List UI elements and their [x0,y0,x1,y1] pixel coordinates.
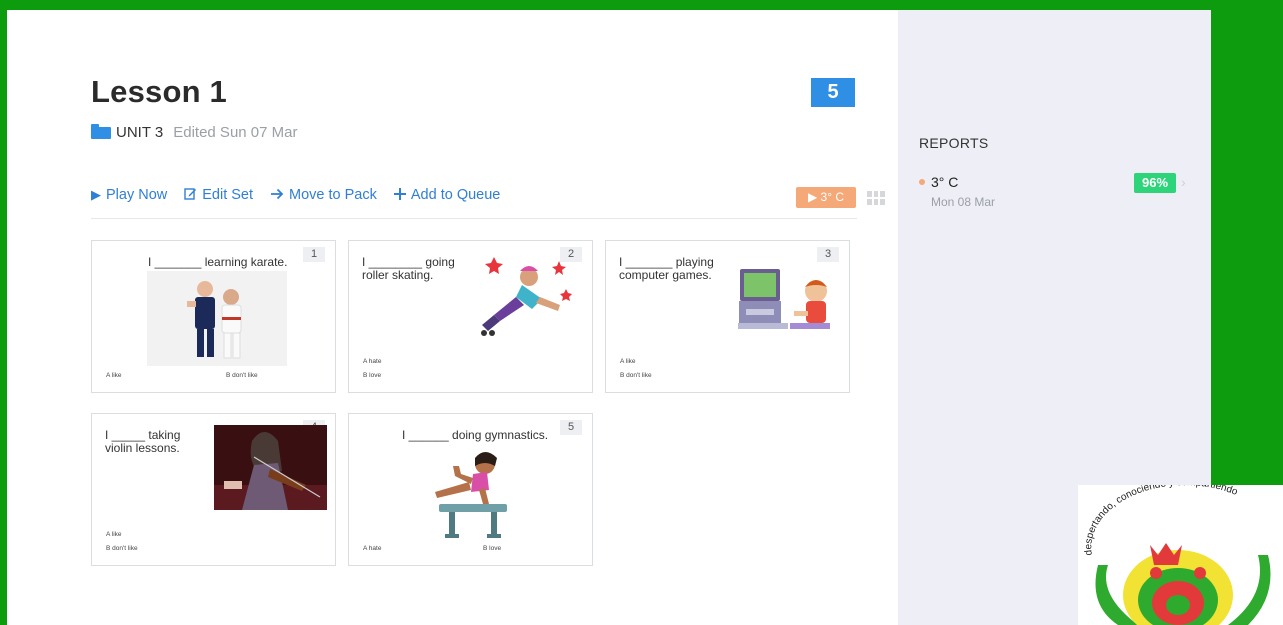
question-card[interactable]: 2 I ________ going roller skating. A hat… [348,240,593,393]
svg-text:despertando, conociendo y comp: despertando, conociendo y compartiendo [1083,485,1239,556]
chevron-right-icon[interactable]: › [1181,174,1186,190]
move-to-pack-button[interactable]: Move to Pack [270,187,377,203]
option-b: B don't like [620,372,652,379]
status-dot [919,179,925,185]
play-now-label: Play Now [106,187,168,203]
play-now-button[interactable]: ▶ Play Now [91,187,167,203]
question-card[interactable]: 1 I _______ learning karate. A like B do… [91,240,336,393]
edit-set-button[interactable]: Edit Set [184,187,253,203]
question-card[interactable]: 3 I _______ playing computer games. A li… [605,240,850,393]
option-b: B don't like [106,545,138,552]
report-score-badge: 96% [1134,173,1176,193]
option-a: A hate [363,358,382,365]
plus-icon [393,187,406,203]
question-text: I ________ going roller skating. [362,255,455,282]
report-date: Mon 08 Mar [931,195,996,209]
edited-date: Edited Sun 07 Mar [173,124,298,141]
logo-text: despertando, conociendo y compartiendo [1083,485,1239,556]
folder-icon [91,123,111,139]
karate-kids-image [147,271,287,366]
question-text: I ______ doing gymnastics. [402,428,549,442]
edit-icon [184,187,197,203]
add-to-queue-label: Add to Queue [410,187,501,203]
option-a: A like [106,531,122,538]
option-a: A like [106,372,122,379]
question-card[interactable]: 5 I ______ doing gymnastics. A hate B lo… [348,413,593,566]
school-logo: despertando, conociendo y compartiendo [1078,485,1283,625]
option-a: A hate [363,545,382,552]
page-title: Lesson 1 [91,74,227,109]
reports-heading: REPORTS [919,135,989,151]
question-text: I _______ learning karate. [148,255,288,269]
question-text: I _______ playing computer games. [619,255,714,282]
option-b: B don't like [226,372,258,379]
option-b: B love [363,372,382,379]
lesson-meta: UNIT 3 Edited Sun 07 Mar [91,123,298,141]
question-count-badge: 5 [811,78,855,107]
folder-link[interactable]: UNIT 3 [116,124,163,141]
grid-view-icon[interactable] [867,191,885,205]
action-bar: ▶ Play Now Edit Set Move to Pack Add to … [91,187,517,203]
play-icon: ▶ [91,187,101,202]
question-number: 3 [817,247,839,262]
play-class-button[interactable]: ▶ 3° C [796,187,856,208]
edit-set-label: Edit Set [202,187,254,203]
violinist-image [214,425,327,510]
gymnast-image [435,452,507,538]
question-card[interactable]: 4 I _____ taking violin lessons. A like … [91,413,336,566]
move-to-pack-label: Move to Pack [289,187,377,203]
arrow-right-icon [270,188,284,203]
main-panel: Lesson 1 5 UNIT 3 Edited Sun 07 Mar ▶ Pl… [7,10,898,625]
add-to-queue-button[interactable]: Add to Queue [393,187,501,203]
divider [91,218,857,219]
option-b: B love [483,545,502,552]
report-class-name[interactable]: 3° C [931,174,958,190]
option-a: A like [620,358,636,365]
roller-skater-image [481,257,572,336]
computer-gamer-image [738,269,830,329]
question-text: I _____ taking violin lessons. [105,428,181,455]
